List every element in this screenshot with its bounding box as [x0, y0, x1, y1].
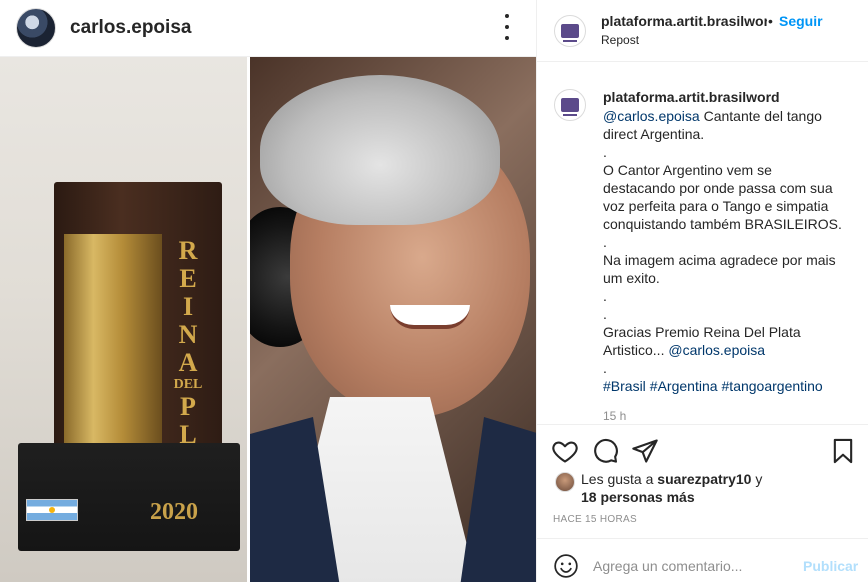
- caption-line: .: [603, 234, 607, 250]
- singer-hair: [260, 75, 500, 225]
- caption-text: @carlos.epoisa Cantante del tango direct…: [603, 107, 843, 395]
- jacket-right: [460, 417, 536, 582]
- liker-username[interactable]: suarezpatry10: [657, 471, 751, 487]
- caption-line: conquistando também BRASILEIROS.: [603, 216, 842, 232]
- caption-line: voz perfeita para o Tango e simpatia: [603, 198, 829, 214]
- likes-connector: y: [751, 471, 763, 487]
- comment-input[interactable]: [593, 551, 793, 581]
- trophy-base: [18, 443, 240, 551]
- caption-hashtags: #Brasil #Argentina #tangoargentino: [603, 377, 843, 395]
- trophy-letter: N: [178, 320, 198, 349]
- caption-line: @carlos.epoisa Cantante del tango: [603, 107, 843, 125]
- emoji-icon[interactable]: [553, 553, 579, 579]
- caption-line: Artistico... @carlos.epoisa: [603, 341, 843, 359]
- trophy-photo: REINADELPLATA 2020: [0, 57, 247, 582]
- liker-avatar[interactable]: [555, 472, 575, 492]
- trophy-letter: I: [182, 292, 194, 321]
- follow-button[interactable]: Seguir: [779, 13, 823, 29]
- caption-line: Na imagem acima agradece por mais: [603, 252, 836, 268]
- bookmark-icon[interactable]: [829, 437, 857, 465]
- caption-line: .: [603, 288, 607, 304]
- comment-icon[interactable]: [591, 437, 619, 465]
- likes-text: Les gusta a suarezpatry10 y 18 personas …: [581, 470, 851, 506]
- caption-line: destacando por onde passa com sua: [603, 180, 833, 196]
- post-author-bar: carlos.epoisa: [0, 0, 536, 57]
- likes-prefix: Les gusta a: [581, 471, 658, 487]
- trophy-year: 2020: [150, 499, 198, 525]
- likes-others-link[interactable]: 18 personas más: [581, 489, 695, 505]
- panel-username[interactable]: plataforma.artit.brasilword: [601, 13, 767, 29]
- caption-line: Gracias Premio Reina Del Plata: [603, 324, 801, 340]
- author-username[interactable]: carlos.epoisa: [70, 17, 191, 39]
- page-avatar[interactable]: [554, 15, 586, 47]
- share-icon[interactable]: [631, 437, 659, 465]
- caption-line: O Cantor Argentino vem se: [603, 162, 772, 178]
- author-avatar[interactable]: [16, 8, 56, 48]
- heart-icon[interactable]: [551, 437, 579, 465]
- trophy-letter: DEL: [173, 377, 203, 392]
- trophy-letter: E: [179, 264, 197, 293]
- caption-line: .: [603, 306, 607, 322]
- singer-photo: [250, 57, 536, 582]
- caption-line: um exito.: [603, 270, 660, 286]
- post-side-panel: plataforma.artit.brasilword • Seguir Rep…: [536, 0, 868, 582]
- posted-timestamp: HACE 15 HORAS: [553, 514, 637, 525]
- caption-line: .: [603, 144, 607, 160]
- caption-mention[interactable]: @carlos.epoisa: [603, 108, 700, 124]
- caption-username[interactable]: plataforma.artit.brasilword: [603, 89, 780, 105]
- singer-smile: [390, 305, 470, 329]
- caption-time: 15 h: [603, 409, 627, 423]
- caption-area: plataforma.artit.brasilword @carlos.epoi…: [537, 62, 868, 424]
- trophy-letter: A: [178, 348, 198, 377]
- hashtag-link[interactable]: #Argentina: [650, 378, 718, 394]
- caption-line: .: [603, 360, 607, 376]
- post-actions: [537, 424, 868, 474]
- caption-text-fragment: Artistico...: [603, 342, 669, 358]
- hashtag-link[interactable]: #tangoargentino: [722, 378, 823, 394]
- caption-line: direct Argentina.: [603, 126, 705, 142]
- caption-lines: direct Argentina.. O Cantor Argentino vem…: [603, 125, 843, 341]
- more-options-icon[interactable]: [504, 14, 510, 40]
- comment-bar: Publicar: [537, 538, 868, 582]
- panel-header: plataforma.artit.brasilword • Seguir Rep…: [537, 0, 868, 62]
- caption-avatar[interactable]: [554, 89, 586, 121]
- caption-mention-2[interactable]: @carlos.epoisa: [668, 342, 765, 358]
- trophy-letter: R: [178, 236, 198, 265]
- hashtag-link[interactable]: #Brasil: [603, 378, 646, 394]
- likes-summary: Les gusta a suarezpatry10 y 18 personas …: [537, 470, 868, 510]
- post-image[interactable]: REINADELPLATA 2020: [0, 57, 536, 582]
- caption-text-fragment: Cantante del tango: [699, 108, 822, 124]
- repost-label: Repost: [601, 33, 640, 47]
- argentina-flag-icon: [26, 499, 78, 521]
- separator-dot: •: [768, 13, 773, 29]
- publish-button[interactable]: Publicar: [803, 558, 858, 574]
- trophy-letter: P: [180, 392, 196, 421]
